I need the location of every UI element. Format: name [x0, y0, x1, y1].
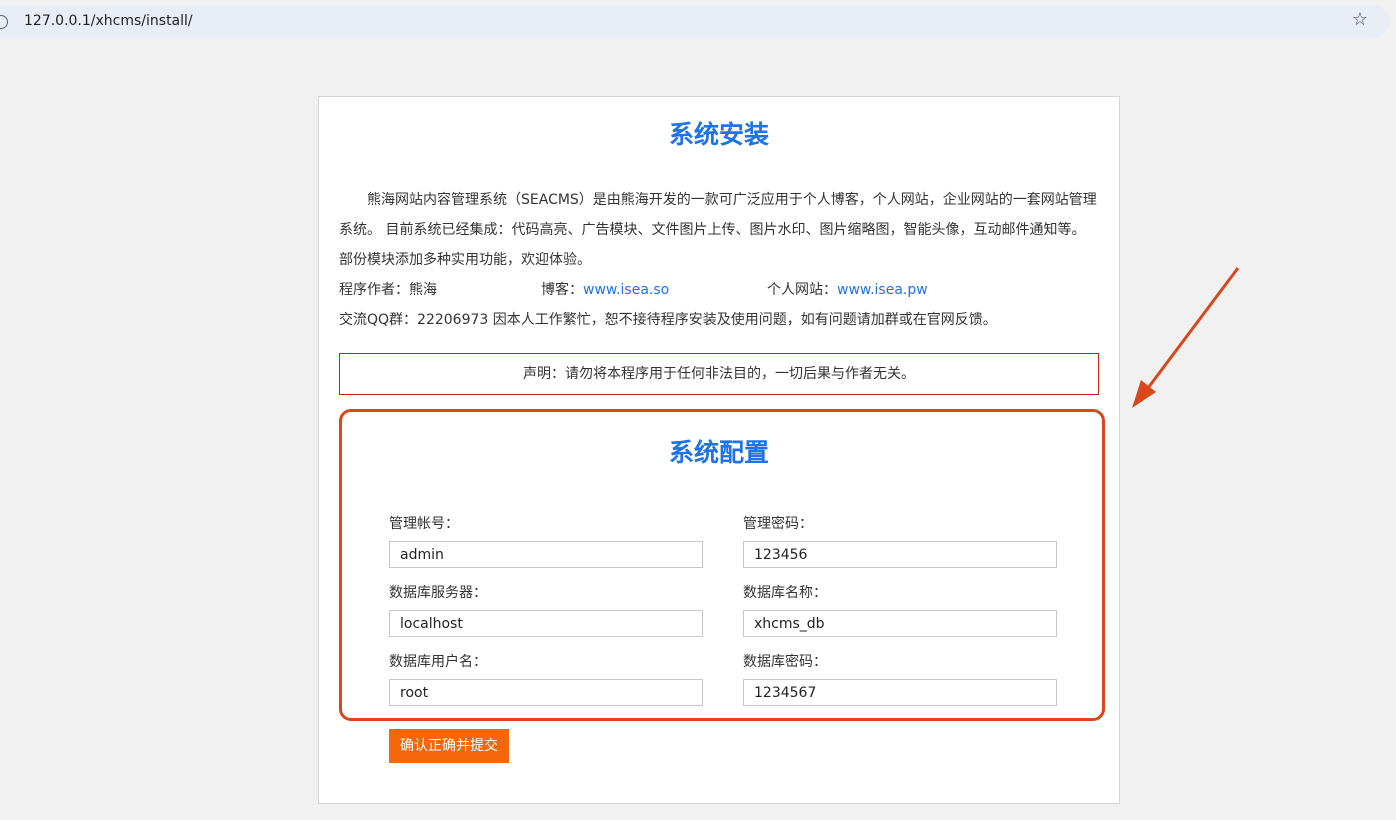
config-title: 系统配置	[668, 438, 769, 467]
db-host-input[interactable]: localhost	[389, 610, 703, 637]
intro-text: 熊海网站内容管理系统（SEACMS）是由熊海开发的一款可广泛应用于个人博客，个人…	[339, 192, 1097, 268]
db-host-label: 数据库服务器：	[389, 585, 487, 601]
install-card: 系统安装 熊海网站内容管理系统（SEACMS）是由熊海开发的一款可广泛应用于个人…	[318, 96, 1120, 804]
db-pass-label: 数据库密码：	[743, 654, 827, 670]
intro-section: 熊海网站内容管理系统（SEACMS）是由熊海开发的一款可广泛应用于个人博客，个人…	[339, 185, 1099, 335]
author-label: 程序作者：熊海	[339, 282, 437, 298]
db-user-input[interactable]: root	[389, 679, 703, 706]
disclaimer-notice: 声明：请勿将本程序用于任何非法目的，一切后果与作者无关。	[339, 353, 1099, 395]
blog-link[interactable]: www.isea.so	[583, 282, 669, 298]
submit-button[interactable]: 确认正确并提交	[389, 729, 509, 763]
install-title: 系统安装	[668, 120, 769, 149]
site-label: 个人网站：	[767, 282, 837, 298]
db-name-label: 数据库名称：	[743, 585, 827, 601]
site-link[interactable]: www.isea.pw	[837, 282, 928, 298]
bookmark-star-icon[interactable]: ☆	[1352, 10, 1368, 30]
site-info-icon[interactable]	[0, 15, 8, 29]
address-bar[interactable]: 127.0.0.1/xhcms/install/ ☆	[0, 5, 1390, 38]
admin-user-input[interactable]: admin	[389, 541, 703, 568]
admin-pass-label: 管理密码：	[743, 516, 813, 532]
address-url[interactable]: 127.0.0.1/xhcms/install/	[24, 13, 193, 29]
db-pass-input[interactable]: 1234567	[743, 679, 1057, 706]
admin-user-label: 管理帐号：	[389, 516, 459, 532]
qq-text: 交流QQ群：22206973 因本人工作繁忙，恕不接待程序安装及使用问题，如有问…	[339, 312, 997, 328]
blog-label: 博客：	[541, 282, 583, 298]
blog-group: 博客：www.isea.so	[541, 275, 669, 305]
db-name-input[interactable]: xhcms_db	[743, 610, 1057, 637]
admin-pass-input[interactable]: 123456	[743, 541, 1057, 568]
db-user-label: 数据库用户名：	[389, 654, 487, 670]
author-row: 程序作者：熊海 博客：www.isea.so 个人网站：www.isea.pw	[339, 275, 1099, 305]
site-group: 个人网站：www.isea.pw	[767, 275, 928, 305]
